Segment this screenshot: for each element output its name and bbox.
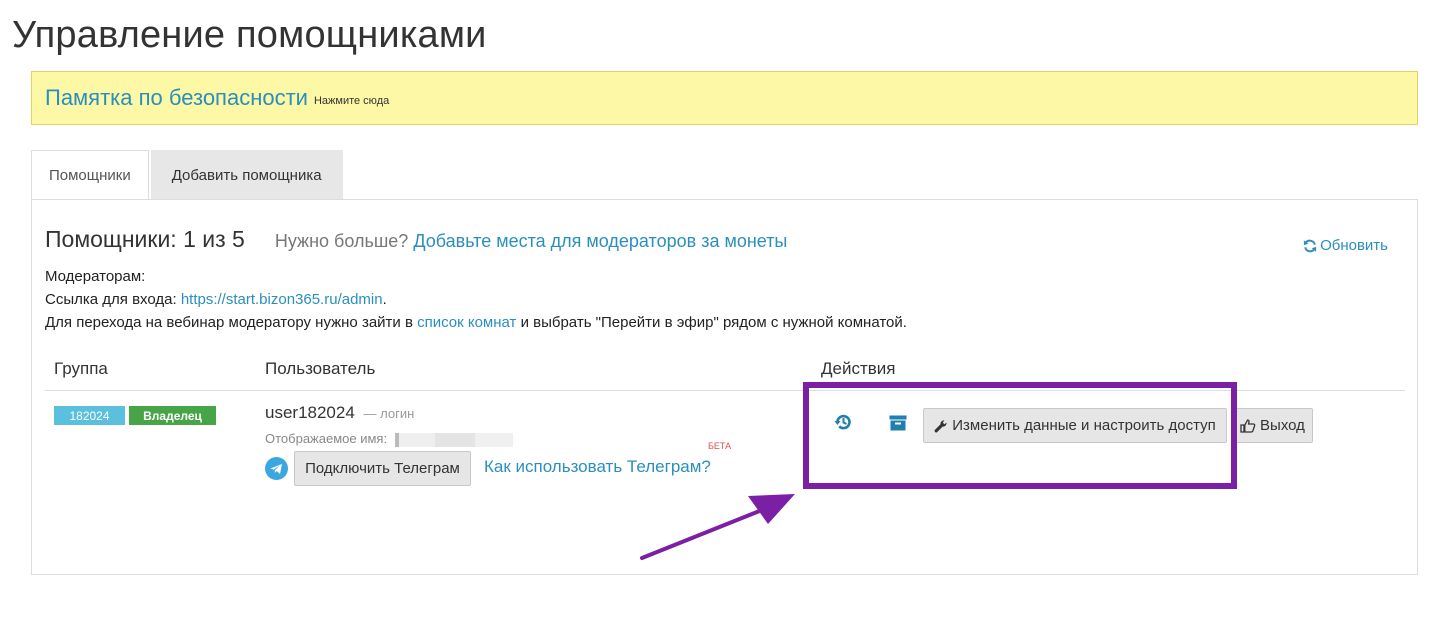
how-to-use-telegram-link[interactable]: Как использовать Телеграм?	[484, 457, 711, 477]
webinar-instructions: Для перехода на вебинар модератору нужно…	[45, 314, 907, 331]
moderators-label: Модераторам:	[45, 268, 146, 285]
display-name-label: Отображаемое имя:	[265, 431, 388, 446]
role-badge: Владелец	[129, 406, 216, 425]
logout-label: Выход	[1260, 417, 1305, 434]
connect-telegram-button[interactable]: Подключить Телеграм	[294, 451, 471, 486]
refresh-button[interactable]: Обновить	[1303, 237, 1388, 254]
rooms-list-link[interactable]: список комнат	[417, 314, 516, 331]
telegram-icon	[265, 457, 288, 480]
assistants-count: Помощники: 1 из 5	[45, 226, 245, 252]
beta-badge: БЕТА	[708, 441, 732, 451]
group-badge: 182024	[54, 406, 125, 425]
annotation-arrow	[640, 494, 795, 560]
need-more-text: Нужно больше?	[274, 231, 409, 251]
display-name-redacted	[394, 432, 513, 447]
count-line: Помощники: 1 из 5 Нужно больше? Добавьте…	[45, 226, 787, 253]
user-login: user182024 — логин	[265, 403, 414, 423]
display-name: Отображаемое имя:	[265, 431, 513, 447]
wrench-icon	[934, 419, 947, 432]
moderator-info: Модераторам: Ссылка для входа: https://s…	[45, 265, 907, 334]
logout-button[interactable]: Выход	[1232, 408, 1313, 443]
security-hint: Нажмите сюда	[313, 95, 390, 107]
thumbs-up-icon	[1240, 418, 1256, 433]
edit-access-label: Изменить данные и настроить доступ	[952, 417, 1216, 434]
refresh-label: Обновить	[1320, 237, 1388, 254]
history-icon[interactable]	[834, 413, 852, 436]
login-link-label: Ссылка для входа:	[45, 291, 177, 308]
admin-login-link[interactable]: https://start.bizon365.ru/admin	[181, 291, 383, 308]
column-actions: Действия	[821, 359, 896, 378]
table-header: Группа Пользователь Действия	[45, 357, 1405, 391]
login-label: — логин	[363, 406, 415, 421]
tab-assistants[interactable]: Помощники	[31, 150, 149, 200]
page-title: Управление помощниками	[12, 14, 487, 56]
security-banner[interactable]: Памятка по безопасности Нажмите сюда	[31, 71, 1418, 125]
column-user: Пользователь	[265, 359, 376, 378]
edit-access-button[interactable]: Изменить данные и настроить доступ	[923, 408, 1227, 443]
column-group: Группа	[54, 359, 108, 378]
login-value: user182024	[265, 403, 355, 422]
refresh-icon	[1303, 239, 1317, 252]
security-memo-link[interactable]: Памятка по безопасности	[45, 85, 308, 111]
add-slots-link[interactable]: Добавьте места для модераторов за монеты	[413, 231, 787, 252]
login-link-line: Ссылка для входа: https://start.bizon365…	[45, 291, 387, 308]
tabs: Помощники Добавить помощника	[31, 150, 343, 200]
tab-add-assistant[interactable]: Добавить помощника	[150, 150, 343, 200]
archive-icon[interactable]	[889, 415, 907, 436]
